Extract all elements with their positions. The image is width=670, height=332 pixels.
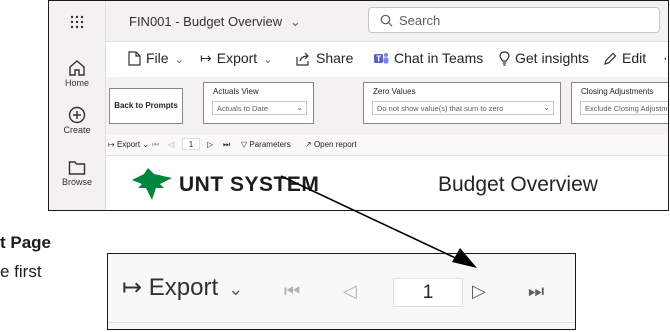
closing-adjustments-value: Exclude Closing Adjustme... xyxy=(585,104,669,113)
param-label: Actuals View xyxy=(213,87,259,96)
share-icon xyxy=(296,52,309,66)
page-number-input[interactable]: 1 xyxy=(182,138,200,150)
last-page-icon[interactable]: ⏭ xyxy=(528,281,544,302)
rail-label-create: Create xyxy=(63,125,91,135)
zoom-export-label: Export xyxy=(148,274,219,301)
back-to-prompts-button[interactable]: Back to Prompts xyxy=(109,88,183,124)
file-menu-button[interactable]: File ⌄ xyxy=(128,50,184,66)
plus-circle-icon xyxy=(68,106,86,124)
search-icon xyxy=(380,14,393,27)
chevron-down-icon: ⌄ xyxy=(289,14,301,29)
chevron-down-icon: ⌄ xyxy=(296,103,303,112)
next-page-icon[interactable]: ▷ xyxy=(207,140,213,149)
zoom-page-number-input[interactable]: 1 xyxy=(393,278,463,307)
param-label: Zero Values xyxy=(373,87,416,96)
rail-item-browse[interactable]: Browse xyxy=(49,160,105,187)
unt-eagle-logo xyxy=(132,168,172,200)
parameter-panel: Back to Prompts Actuals View Actuals to … xyxy=(106,77,668,135)
teams-label: Chat in Teams xyxy=(394,50,484,66)
chevron-down-icon: ⌄ xyxy=(543,103,550,112)
file-label: File xyxy=(146,50,169,66)
share-button[interactable]: Share xyxy=(296,50,353,66)
zoomed-report-toolbar: ↦ Export ⌄ ⏮ ◁ 1 ▷ ⏭ xyxy=(107,253,576,330)
app-launcher-icon xyxy=(70,15,84,29)
rail-item-home[interactable]: Home xyxy=(49,59,105,88)
previous-page-icon[interactable]: ◁ xyxy=(343,281,357,302)
search-placeholder: Search xyxy=(399,13,441,28)
document-bold-text: t Page xyxy=(0,233,52,252)
param-actuals-view: Actuals View Actuals to Date ⌄ xyxy=(203,82,314,124)
report-screenshot: Home Create Browse FIN001 - Budget Overv… xyxy=(48,0,669,211)
actuals-view-value: Actuals to Date xyxy=(217,104,268,113)
parameters-button[interactable]: ▽ Parameters xyxy=(241,140,291,149)
document-body-text: e first xyxy=(0,262,42,281)
pencil-icon xyxy=(604,52,617,65)
chevron-down-icon: ⌄ xyxy=(228,279,244,299)
next-page-icon[interactable]: ▷ xyxy=(472,281,486,302)
report-title-text: FIN001 - Budget Overview xyxy=(129,14,283,29)
report-canvas: UNT SYSTEM Budget Overview xyxy=(106,156,668,210)
param-closing-adjustments: Closing Adjustments Exclude Closing Adju… xyxy=(571,82,669,124)
actuals-view-select[interactable]: Actuals to Date ⌄ xyxy=(212,101,307,115)
report-export-button[interactable]: ↦ Export ⌄ xyxy=(108,140,149,149)
ellipsis-icon: ⋯ xyxy=(663,50,668,66)
previous-page-icon[interactable]: ◁ xyxy=(168,140,174,149)
report-command-bar: File ⌄ ↦ Export ⌄ Share T Chat in Teams Get … xyxy=(106,42,668,76)
last-page-icon[interactable]: ⏭ xyxy=(223,140,230,150)
left-nav-rail: Home Create Browse xyxy=(49,1,106,210)
first-page-icon[interactable]: ⏮ xyxy=(284,281,300,302)
zoom-export-button[interactable]: ↦ Export ⌄ xyxy=(122,273,243,302)
top-bar: FIN001 - Budget Overview ⌄ Search xyxy=(106,1,668,42)
rail-label-browse: Browse xyxy=(61,177,92,187)
zoom-toolbar-strip: ↦ Export ⌄ ⏮ ◁ 1 ▷ ⏭ xyxy=(108,254,575,323)
export-icon: ↦ xyxy=(108,140,117,149)
export-icon: ↦ xyxy=(200,50,212,66)
edit-label: Edit xyxy=(622,50,647,66)
rail-label-home: Home xyxy=(64,78,89,88)
open-report-button[interactable]: ↗ Open report xyxy=(305,140,357,149)
file-icon xyxy=(128,51,141,66)
report-export-label: Export xyxy=(116,140,141,149)
first-page-icon[interactable]: ⏮ xyxy=(152,140,159,150)
closing-adjustments-select[interactable]: Exclude Closing Adjustme...⌄ xyxy=(580,101,669,115)
share-label: Share xyxy=(316,50,354,66)
zero-values-value: Do not show value(s) that sum to zero xyxy=(377,104,504,113)
report-heading: Budget Overview xyxy=(438,173,598,196)
zero-values-select[interactable]: Do not show value(s) that sum to zero ⌄ xyxy=(372,101,554,115)
open-arrow-icon: ↗ xyxy=(305,140,314,149)
home-icon xyxy=(69,60,85,76)
search-input[interactable]: Search xyxy=(368,7,660,33)
chat-in-teams-button[interactable]: T Chat in Teams xyxy=(373,50,483,66)
rail-item-create[interactable]: Create xyxy=(49,106,105,135)
open-report-label: Open report xyxy=(313,140,357,149)
teams-icon: T xyxy=(374,53,389,64)
export-menu-button[interactable]: ↦ Export ⌄ xyxy=(200,50,272,67)
insights-label: Get insights xyxy=(515,50,589,66)
param-zero-values: Zero Values Do not show value(s) that su… xyxy=(363,82,561,124)
more-options-button[interactable]: ⋯ xyxy=(663,50,668,67)
waffle-menu[interactable] xyxy=(49,15,105,30)
export-label: Export xyxy=(216,50,258,66)
svg-text:T: T xyxy=(376,55,381,64)
export-icon: ↦ xyxy=(122,274,149,301)
unt-system-logo-text: UNT SYSTEM xyxy=(179,173,320,196)
get-insights-button[interactable]: Get insights xyxy=(499,50,589,66)
edit-button[interactable]: Edit xyxy=(603,50,646,66)
param-label: Closing Adjustments xyxy=(581,87,654,96)
lightbulb-icon xyxy=(499,51,510,66)
report-title-dropdown[interactable]: FIN001 - Budget Overview ⌄ xyxy=(129,14,301,30)
folder-icon xyxy=(68,161,86,175)
parameters-label: Parameters xyxy=(249,140,291,149)
report-toolbar: ↦ Export ⌄ ⏮ ◁ 1 ▷ ⏭ ▽ Parameters ↗ Open… xyxy=(106,135,668,156)
